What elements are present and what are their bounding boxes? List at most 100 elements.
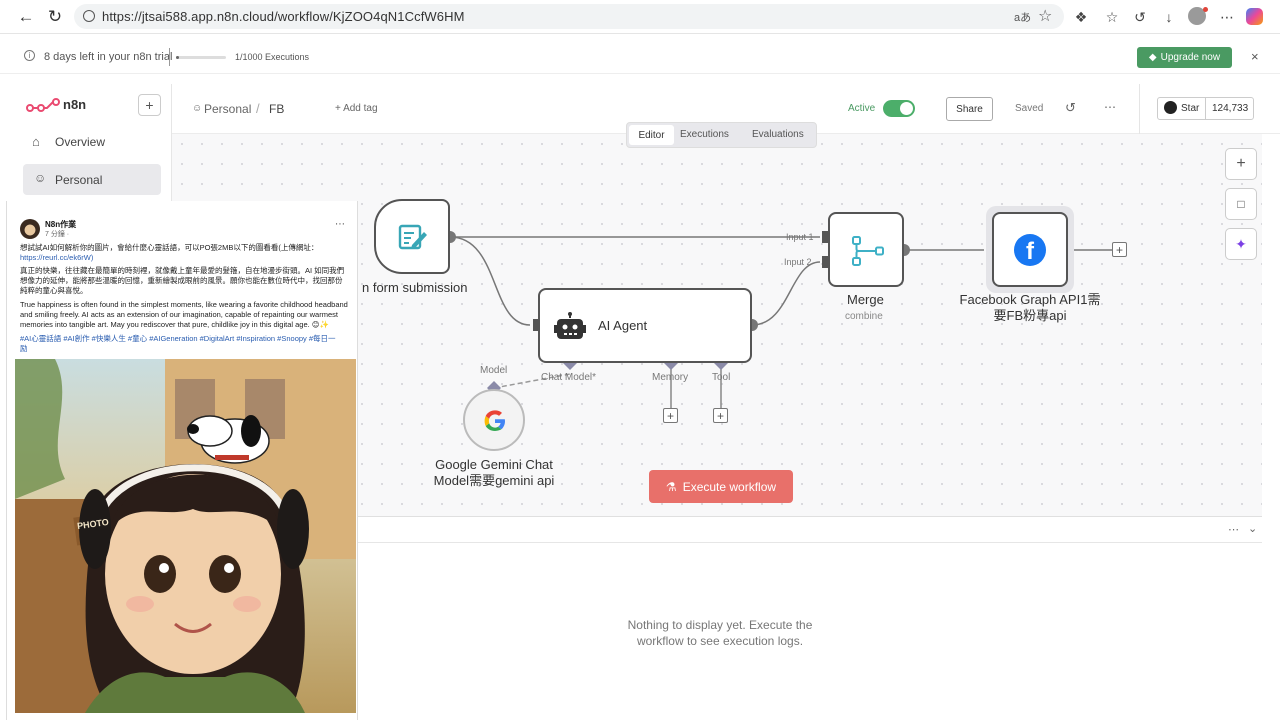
facebook-label-line2: 要FB粉專api — [993, 308, 1067, 324]
facebook-label-line1: Facebook Graph API1需 — [959, 292, 1101, 307]
ai-agent-node[interactable]: AI Agent — [538, 288, 752, 363]
more-menu-icon[interactable]: ⋯ — [1218, 8, 1236, 26]
post-text-line: 純粹的童心與喜悅。 — [20, 286, 88, 295]
add-next-node-button[interactable]: + — [1112, 242, 1127, 257]
author-avatar — [20, 219, 40, 239]
google-icon — [484, 410, 505, 431]
active-toggle[interactable] — [883, 100, 915, 117]
n8n-logo-icon — [26, 98, 60, 112]
gemini-label-line2: Model需要gemini api — [433, 473, 555, 489]
breadcrumb-owner[interactable]: Personal — [204, 102, 251, 116]
merge-node[interactable] — [828, 212, 904, 287]
execute-workflow-button[interactable]: ⚗ Execute workflow — [649, 470, 793, 503]
gemini-node-label: Google Gemini Chat Model需要gemini api — [414, 457, 574, 490]
logo-text: n8n — [63, 97, 87, 112]
sticky-note-icon[interactable]: □ — [1225, 188, 1257, 220]
sidebar-item-overview[interactable]: ⌂ Overview — [23, 129, 163, 157]
reload-icon[interactable]: ↻ — [44, 6, 66, 28]
toggle-knob — [900, 102, 913, 115]
trial-days-text: 8 days left in your n8n trial — [44, 51, 173, 63]
site-info-icon[interactable] — [83, 10, 95, 22]
ai-assistant-icon[interactable]: ✦ — [1225, 228, 1257, 260]
trial-banner: i 8 days left in your n8n trial 1/1000 E… — [0, 40, 1280, 74]
post-time: 7 分鐘 · — [45, 231, 70, 238]
facebook-node-label: Facebook Graph API1需 要FB粉專api — [950, 292, 1110, 325]
chevron-down-icon[interactable]: ⌄ — [1248, 522, 1257, 535]
divider — [1139, 84, 1140, 134]
add-tag-link[interactable]: + Add tag — [335, 103, 378, 114]
tab-executions[interactable]: Executions — [680, 129, 729, 140]
more-options-icon[interactable]: ⋯ — [1104, 100, 1116, 114]
post-text-line: 想試試AI如何解析你的圖片，會給什麼心靈話語，可以PO張2MB以下的圖看看(上傳… — [20, 243, 319, 252]
add-memory-button[interactable]: + — [663, 408, 678, 423]
tab-evaluations[interactable]: Evaluations — [752, 129, 804, 140]
post-text-line: 想像力的延伸，能將那些溫暖的回憶，重新繪製成眼前的風景。願你也能在數位時代中，找… — [20, 276, 343, 285]
merge-input1-label: Input 1 — [786, 232, 814, 242]
illustration-girl-snoopy — [15, 359, 356, 713]
tab-editor[interactable]: Editor — [629, 125, 674, 145]
saved-status: Saved — [1015, 103, 1044, 114]
favorites-icon[interactable]: ☆ — [1103, 8, 1121, 26]
star-label: Star — [1181, 103, 1200, 114]
address-bar[interactable]: https://jtsai588.app.n8n.cloud/workflow/… — [74, 4, 1064, 29]
download-icon[interactable]: ↓ — [1160, 8, 1178, 26]
facebook-icon: f — [1014, 234, 1046, 266]
divider — [169, 48, 170, 66]
extensions-icon[interactable]: ❖ — [1072, 8, 1090, 26]
sidebar-item-label: Personal — [55, 173, 103, 187]
browser-toolbar: ← ↻ https://jtsai588.app.n8n.cloud/workf… — [0, 0, 1280, 34]
workflow-name[interactable]: FB — [269, 102, 284, 116]
facebook-post-overlay: N8n作業 7 分鐘 · ⋯ 想試試AI如何解析你的圖片，會給什麼心靈話語，可以… — [6, 201, 358, 720]
sidebar-item-personal[interactable]: ☺ Personal — [23, 164, 161, 195]
post-image[interactable]: PHOTO — [15, 359, 356, 713]
divider — [1205, 98, 1206, 119]
post-hashtags[interactable]: 励 — [20, 344, 28, 354]
translate-icon[interactable]: aあ — [1014, 9, 1031, 25]
favorite-star-icon[interactable]: ☆ — [1038, 6, 1052, 26]
share-button[interactable]: Share — [946, 97, 993, 121]
github-star-button[interactable]: Star 124,733 — [1157, 97, 1254, 120]
upgrade-label: Upgrade now — [1160, 52, 1221, 63]
robot-icon — [554, 312, 586, 339]
ai-agent-label: AI Agent — [598, 318, 648, 333]
back-arrow-icon[interactable]: ← — [15, 6, 37, 28]
merge-icon — [852, 236, 884, 266]
form-trigger-node[interactable] — [374, 199, 450, 274]
tool-port-label: Tool — [712, 372, 731, 383]
history-icon[interactable]: ↺ — [1131, 8, 1149, 26]
post-link[interactable]: https://reurl.cc/ek6rW) — [20, 253, 93, 263]
executions-count: 1/1000 Executions — [235, 52, 310, 62]
flask-icon: ⚗ — [665, 479, 677, 494]
model-port-label: Model — [480, 365, 508, 376]
user-icon: ☺ — [34, 171, 47, 185]
form-node-label: n form submission — [362, 280, 468, 295]
memory-port-label: Memory — [652, 372, 689, 383]
github-icon — [1164, 101, 1177, 114]
execute-label: Execute workflow — [682, 479, 777, 494]
add-node-button[interactable]: + — [1225, 148, 1257, 180]
add-tool-button[interactable]: + — [713, 408, 728, 423]
history-icon[interactable]: ↺ — [1065, 100, 1076, 116]
copilot-icon[interactable] — [1246, 8, 1263, 25]
logs-more-icon[interactable]: ⋯ — [1228, 523, 1239, 536]
user-icon: ☺ — [192, 103, 203, 114]
merge-node-sublabel: combine — [845, 311, 883, 322]
url-text[interactable]: https://jtsai588.app.n8n.cloud/workflow/… — [102, 9, 465, 24]
close-banner-icon[interactable]: × — [1251, 49, 1259, 64]
create-button[interactable]: + — [138, 94, 161, 116]
gem-icon: ◆ — [1148, 52, 1157, 63]
post-more-icon[interactable]: ⋯ — [335, 219, 345, 230]
sidebar-item-label: Overview — [55, 135, 106, 149]
upgrade-button[interactable]: ◆ Upgrade now — [1137, 47, 1232, 68]
active-label: Active — [848, 103, 876, 114]
facebook-graph-node[interactable]: f — [992, 212, 1068, 287]
post-text-line: 真正的快樂，往往藏在最簡單的時刻裡，就像戴上童年最愛的髮箍，自在地漫步街頭。AI… — [20, 266, 345, 275]
gemini-model-node[interactable] — [463, 389, 525, 451]
view-tabs: Editor Executions Evaluations — [626, 122, 817, 148]
post-hashtags[interactable]: #AI心靈話語 #AI創作 #快樂人生 #童心 #AIGeneration #D… — [20, 334, 336, 344]
logs-empty-message: Nothing to display yet. Execute the work… — [602, 618, 838, 649]
gemini-label-line1: Google Gemini Chat — [435, 457, 553, 472]
logs-empty-line1: Nothing to display yet. Execute the — [627, 618, 813, 632]
post-text-line: True happiness is often found in the sim… — [20, 300, 348, 309]
merge-node-label: Merge — [847, 292, 884, 307]
